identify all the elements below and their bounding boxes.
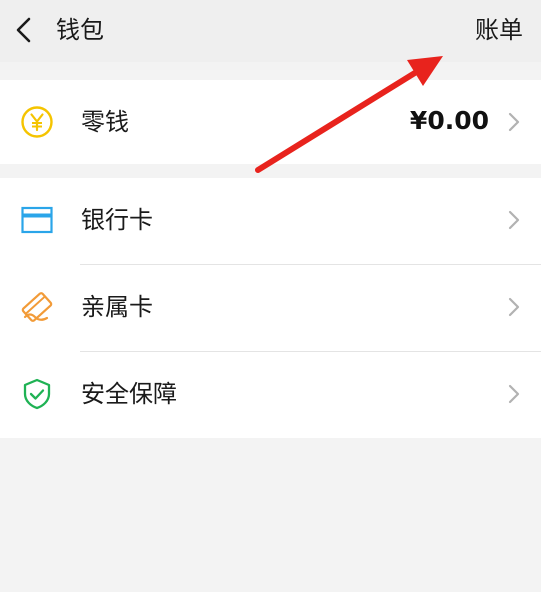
back-icon[interactable] [12, 16, 36, 44]
chevron-right-icon [508, 384, 520, 404]
wallet-items-card: 银行卡 亲属卡 安全保障 [0, 178, 541, 438]
security-label: 安全保障 [81, 380, 177, 408]
change-amount: ¥0.00 [409, 106, 489, 135]
balance-card: 零钱 ¥0.00 [0, 80, 541, 164]
bank-card-label: 银行卡 [81, 206, 153, 234]
family-card-row[interactable]: 亲属卡 [0, 265, 541, 351]
bill-button[interactable]: 账单 [475, 14, 523, 46]
change-balance-row[interactable]: 零钱 ¥0.00 [0, 80, 541, 166]
shield-check-icon [23, 378, 51, 410]
chevron-right-icon [508, 112, 520, 132]
family-card-label: 亲属卡 [81, 293, 153, 321]
chevron-right-icon [508, 210, 520, 230]
yen-coin-icon [21, 106, 53, 138]
page-title: 钱包 [56, 16, 104, 44]
change-label: 零钱 [81, 108, 129, 136]
bank-card-icon [21, 206, 53, 234]
nav-bar: 钱包 账单 [0, 0, 541, 62]
family-card-icon [21, 292, 53, 322]
chevron-right-icon [508, 297, 520, 317]
bank-card-row[interactable]: 银行卡 [0, 178, 541, 264]
security-row[interactable]: 安全保障 [0, 352, 541, 438]
